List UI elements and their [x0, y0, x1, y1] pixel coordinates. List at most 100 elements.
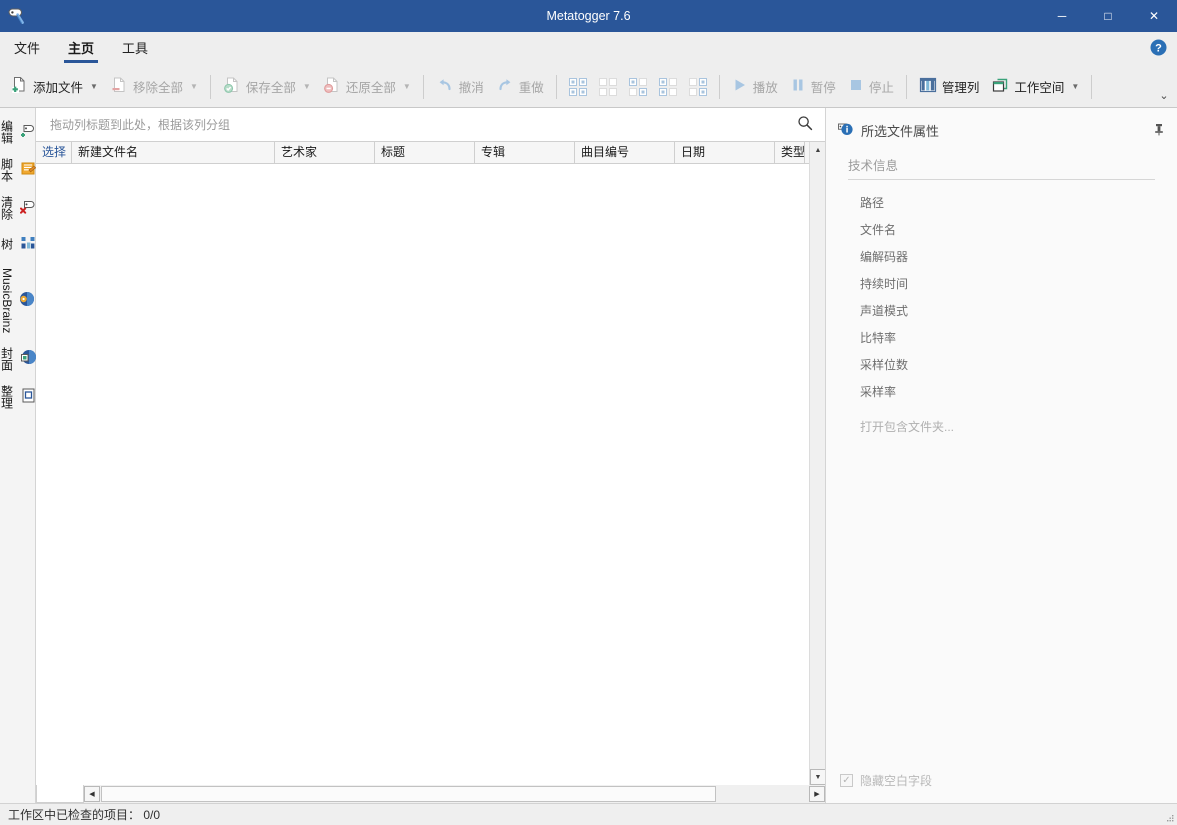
maximize-button[interactable]: □ [1085, 0, 1131, 32]
ribbon-overflow-button[interactable]: ⌄ [1151, 68, 1177, 106]
save-all-label: 保存全部 [245, 81, 296, 95]
hide-empty-fields-row[interactable]: ✓ 隐藏空白字段 [826, 762, 1177, 803]
stop-label: 停止 [868, 81, 894, 95]
open-containing-folder-link[interactable]: 打开包含文件夹... [826, 400, 1177, 435]
redo-label: 重做 [518, 81, 544, 95]
sidebar-item-clear[interactable]: 清除 [0, 190, 39, 226]
tab-file[interactable]: 文件 [0, 32, 54, 66]
toolbar-divider [905, 74, 907, 99]
svg-text:?: ? [1155, 42, 1162, 54]
hide-empty-fields-checkbox[interactable]: ✓ [840, 774, 853, 787]
pause-label: 暂停 [810, 81, 836, 95]
group-by-bar[interactable]: 拖动列标题到此处，根据该列分组 [36, 108, 825, 142]
pin-icon[interactable] [1153, 123, 1165, 139]
title-bar: Metatogger 7.6 ─ □ ✕ [0, 0, 1177, 32]
property-channel-mode: 声道模式 [860, 304, 909, 318]
minimize-button[interactable]: ─ [1039, 0, 1085, 32]
technical-info-list: 路径 文件名 编解码器 持续时间 声道模式 比特率 采样位数 采样率 [826, 180, 1177, 400]
restore-file-icon [323, 76, 341, 97]
sidebar-item-script[interactable]: 脚本 [0, 152, 39, 188]
grid-vertical-scrollbar[interactable]: ▲ ▼ [809, 142, 826, 785]
workspace-button[interactable]: 工作空间 ▼ [985, 70, 1085, 104]
grid-rows[interactable] [36, 164, 809, 785]
select-left-button[interactable] [653, 70, 683, 104]
close-button[interactable]: ✕ [1131, 0, 1177, 32]
tab-home[interactable]: 主页 [54, 32, 108, 66]
save-file-icon [223, 76, 241, 97]
select-right-icon [688, 77, 707, 96]
toolbar-divider [1091, 74, 1093, 99]
tab-tools[interactable]: 工具 [108, 32, 162, 66]
workspace-label: 工作空间 [1014, 81, 1065, 95]
sidebar-item-label: 封面 [0, 347, 14, 372]
column-header-genre[interactable]: 类型 [775, 142, 805, 163]
select-invert-button[interactable] [623, 70, 653, 104]
main-body: 编辑 脚本 清除 树 MusicBrainz 封面 整理 拖动列标题到此处，根据… [0, 108, 1177, 803]
property-bitrate: 比特率 [860, 331, 897, 345]
grid-wrapper: 选择 新建文件名 艺术家 标题 专辑 曲目编号 日期 类型 ▲ ▼ [36, 142, 826, 785]
toolbar-divider [555, 74, 557, 99]
undo-icon [436, 76, 454, 97]
sidebar-item-musicbrainz[interactable]: MusicBrainz [0, 262, 37, 339]
save-all-button: 保存全部 ▼ [217, 70, 317, 104]
redo-button: 重做 [490, 70, 550, 104]
property-codec: 编解码器 [860, 250, 909, 264]
column-header-tracknumber[interactable]: 曲目编号 [575, 142, 675, 163]
help-button[interactable]: ? [1150, 39, 1167, 59]
select-none-icon [598, 77, 617, 96]
column-header-title[interactable]: 标题 [375, 142, 475, 163]
toolbar-divider [422, 74, 424, 99]
properties-panel: 所选文件属性 技术信息 路径 文件名 编解码器 持续时间 声道模式 比特率 采样… [825, 108, 1177, 803]
undo-button: 撤消 [430, 70, 490, 104]
restore-all-label: 还原全部 [345, 81, 396, 95]
scroll-down-button[interactable]: ▼ [810, 769, 826, 785]
sidebar-item-label: 编辑 [0, 120, 14, 144]
workspace-icon [991, 76, 1009, 97]
status-bar: 工作区中已检查的项目： 0/0 [0, 803, 1177, 825]
stop-icon [848, 77, 864, 96]
select-all-button[interactable] [563, 70, 593, 104]
sidebar-item-tree[interactable]: 树 [0, 228, 39, 260]
property-bit-depth: 采样位数 [860, 358, 909, 372]
chevron-down-icon[interactable]: ▼ [90, 82, 98, 91]
sidebar-item-cover[interactable]: 封面 [0, 341, 39, 377]
horizontal-scrollbar-track[interactable] [101, 786, 808, 802]
remove-all-button: 移除全部 ▼ [104, 70, 204, 104]
sidebar-item-label: 清除 [0, 196, 14, 220]
manage-columns-button[interactable]: 管理列 [913, 70, 986, 104]
select-right-button[interactable] [683, 70, 713, 104]
file-grid-panel: 拖动列标题到此处，根据该列分组 选择 新建文件名 艺术家 标题 专辑 曲目编号 … [36, 108, 826, 803]
column-header-date[interactable]: 日期 [675, 142, 775, 163]
properties-header: 所选文件属性 [826, 108, 1177, 151]
add-file-icon [10, 76, 28, 97]
organize-icon [20, 387, 37, 407]
chevron-down-icon[interactable]: ▼ [1071, 82, 1079, 91]
chevron-down-icon: ▼ [302, 82, 311, 91]
tree-icon [20, 234, 37, 254]
property-path: 路径 [860, 196, 885, 210]
add-files-button[interactable]: 添加文件 ▼ [4, 70, 104, 104]
horizontal-scrollbar-thumb[interactable] [101, 786, 717, 802]
column-header-album[interactable]: 专辑 [475, 142, 575, 163]
select-none-button[interactable] [593, 70, 623, 104]
scroll-right-button[interactable]: ▶ [809, 786, 825, 802]
ribbon-tabstrip: 文件 主页 工具 ? [0, 32, 1177, 66]
script-icon [20, 160, 37, 180]
sidebar-item-organize[interactable]: 整理 [0, 379, 39, 415]
pause-button: 暂停 [784, 70, 842, 104]
column-header-artist[interactable]: 艺术家 [275, 142, 375, 163]
app-icon [0, 0, 32, 32]
select-top-left-icon [658, 77, 677, 96]
info-icon [836, 120, 854, 141]
search-icon[interactable] [791, 115, 819, 134]
column-header-select[interactable]: 选择 [36, 142, 72, 163]
scroll-strip-pad [36, 785, 84, 803]
edit-tag-icon [20, 122, 37, 142]
remove-file-icon [110, 76, 128, 97]
scroll-left-button[interactable]: ◀ [84, 786, 100, 802]
resize-grip[interactable] [1164, 812, 1174, 822]
technical-info-section: 技术信息 [826, 151, 1177, 180]
column-header-newfilename[interactable]: 新建文件名 [72, 142, 275, 163]
sidebar-item-edit[interactable]: 编辑 [0, 114, 39, 150]
scroll-up-button[interactable]: ▲ [810, 142, 826, 158]
